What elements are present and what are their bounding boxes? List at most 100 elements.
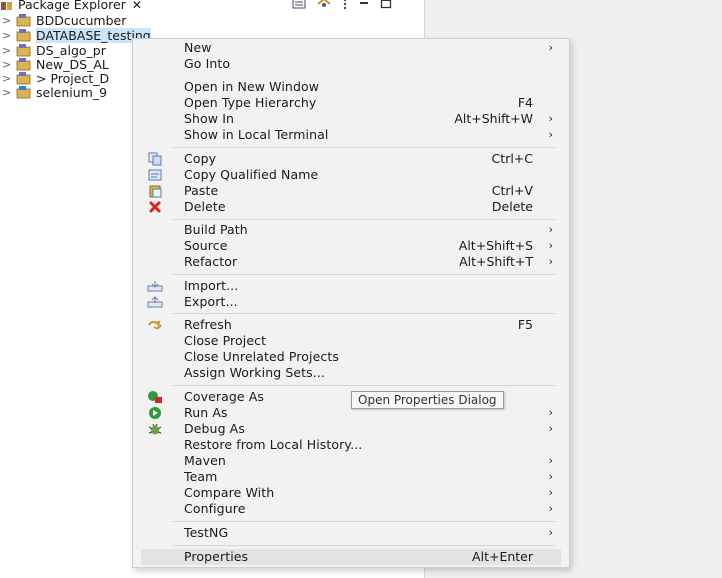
delete-icon — [147, 199, 163, 215]
menu-item-label: Team — [184, 469, 218, 484]
menu-item-configure[interactable]: Configure › — [133, 501, 561, 517]
menu-item-shortcut: F5 — [517, 317, 533, 332]
menu-item-testng[interactable]: TestNG › — [133, 525, 561, 541]
menu-item-copy-qualified-name[interactable]: Copy Qualified Name — [133, 167, 561, 183]
minimize-icon[interactable] — [358, 0, 370, 12]
menu-item-build-path[interactable]: Build Path › — [133, 222, 561, 238]
menu-item-label: Open in New Window — [184, 79, 320, 94]
context-menu: New › Go Into Open in New Window Open Ty… — [132, 38, 570, 568]
run-icon — [147, 405, 163, 421]
maven-project-icon — [16, 85, 32, 99]
expand-chevron-icon[interactable]: > — [2, 86, 12, 99]
menu-item-open-type-hierarchy[interactable]: Open Type Hierarchy F4 — [133, 95, 561, 111]
menu-item-close-unrelated-projects[interactable]: Close Unrelated Projects — [133, 349, 561, 365]
menu-item-copy[interactable]: Copy Ctrl+C — [133, 151, 561, 167]
refresh-icon — [147, 317, 163, 333]
submenu-arrow-icon: › — [548, 239, 553, 252]
menu-item-assign-working-sets[interactable]: Assign Working Sets... — [133, 365, 561, 381]
menu-item-label: Compare With — [184, 485, 275, 500]
menu-item-label: Close Project — [184, 333, 267, 348]
copy-icon — [147, 151, 163, 167]
menu-item-label: Build Path — [184, 222, 248, 237]
collapse-all-icon[interactable] — [292, 0, 306, 12]
menu-item-close-project[interactable]: Close Project — [133, 333, 561, 349]
submenu-arrow-icon: › — [548, 223, 553, 236]
menu-item-show-in-local-terminal[interactable]: Show in Local Terminal › — [133, 127, 561, 143]
menu-item-label: Properties — [184, 549, 249, 564]
menu-separator — [173, 545, 555, 546]
menu-item-label: Configure — [184, 501, 246, 516]
menu-item-shortcut: Delete — [491, 199, 533, 214]
menu-item-label: Open Type Hierarchy — [184, 95, 317, 110]
menu-item-refresh[interactable]: Refresh F5 — [133, 317, 561, 333]
menu-item-label: New — [184, 40, 212, 55]
submenu-arrow-icon: › — [548, 454, 553, 467]
menu-item-label: Go Into — [184, 56, 231, 71]
tooltip: Open Properties Dialog — [351, 391, 504, 409]
expand-chevron-icon[interactable]: > — [2, 29, 12, 42]
link-with-editor-icon[interactable] — [316, 0, 332, 12]
menu-item-go-into[interactable]: Go Into — [133, 56, 561, 72]
menu-separator — [173, 219, 555, 220]
menu-item-label: Import... — [184, 278, 239, 293]
menu-item-shortcut: Alt+Shift+S — [458, 238, 533, 253]
close-icon[interactable]: ✕ — [132, 0, 142, 12]
menu-item-properties[interactable]: Properties Alt+Enter — [141, 549, 561, 565]
menu-item-label: Close Unrelated Projects — [184, 349, 339, 364]
menu-item-label: Restore from Local History... — [184, 437, 363, 452]
project-folder-icon — [16, 71, 32, 85]
submenu-arrow-icon: › — [548, 422, 553, 435]
menu-item-delete[interactable]: Delete Delete — [133, 199, 561, 215]
menu-item-label: Run As — [184, 405, 228, 420]
menu-item-maven[interactable]: Maven › — [133, 453, 561, 469]
menu-item-shortcut: Alt+Shift+T — [459, 254, 533, 269]
menu-item-shortcut: Ctrl+V — [491, 183, 533, 198]
project-folder-icon — [16, 57, 32, 71]
submenu-arrow-icon: › — [548, 470, 553, 483]
menu-item-label: Coverage As — [184, 389, 265, 404]
export-icon — [147, 294, 163, 310]
menu-item-compare-with[interactable]: Compare With › — [133, 485, 561, 501]
submenu-arrow-icon: › — [548, 128, 553, 141]
project-folder-icon — [16, 43, 32, 57]
menu-item-label: Maven — [184, 453, 226, 468]
menu-item-new[interactable]: New › — [133, 40, 561, 56]
menu-item-export[interactable]: Export... — [133, 294, 561, 310]
menu-item-label: Refactor — [184, 254, 238, 269]
project-folder-icon — [16, 28, 32, 42]
menu-item-label: Source — [184, 238, 228, 253]
menu-item-show-in[interactable]: Show In Alt+Shift+W › — [133, 111, 561, 127]
expand-chevron-icon[interactable]: > — [2, 14, 12, 27]
menu-item-label: Delete — [184, 199, 226, 214]
menu-separator — [173, 147, 555, 148]
menu-item-label: Copy Qualified Name — [184, 167, 319, 182]
maximize-icon[interactable] — [380, 0, 392, 12]
menu-item-shortcut: Ctrl+C — [491, 151, 533, 166]
tree-item-label: selenium_9 — [36, 84, 108, 100]
view-menu-icon[interactable] — [342, 0, 348, 12]
tree-item-project[interactable]: > selenium_9 — [0, 84, 107, 100]
menu-item-label: Show In — [184, 111, 235, 126]
menu-item-import[interactable]: Import... — [133, 278, 561, 294]
menu-item-open-in-new-window[interactable]: Open in New Window — [133, 79, 561, 95]
tree-item-project[interactable]: > BDDcucumber — [0, 12, 126, 28]
menu-item-restore-from-local-history[interactable]: Restore from Local History... — [133, 437, 561, 453]
menu-item-label: Export... — [184, 294, 238, 309]
expand-chevron-icon[interactable]: > — [2, 44, 12, 57]
menu-item-paste[interactable]: Paste Ctrl+V — [133, 183, 561, 199]
menu-separator — [173, 313, 555, 314]
menu-item-source[interactable]: Source Alt+Shift+S › — [133, 238, 561, 254]
menu-item-debug-as[interactable]: Debug As › — [133, 421, 561, 437]
menu-separator — [173, 274, 555, 275]
menu-separator — [173, 385, 555, 386]
menu-item-shortcut: Alt+Enter — [472, 549, 533, 564]
view-toolbar — [292, 0, 392, 12]
expand-chevron-icon[interactable]: > — [2, 72, 12, 85]
menu-item-refactor[interactable]: Refactor Alt+Shift+T › — [133, 254, 561, 270]
submenu-arrow-icon: › — [548, 526, 553, 539]
menu-item-shortcut: Alt+Shift+W — [454, 111, 533, 126]
tree-item-project-selected[interactable]: > DATABASE_testing — [0, 27, 151, 43]
submenu-arrow-icon: › — [548, 255, 553, 268]
menu-item-team[interactable]: Team › — [133, 469, 561, 485]
expand-chevron-icon[interactable]: > — [2, 58, 12, 71]
